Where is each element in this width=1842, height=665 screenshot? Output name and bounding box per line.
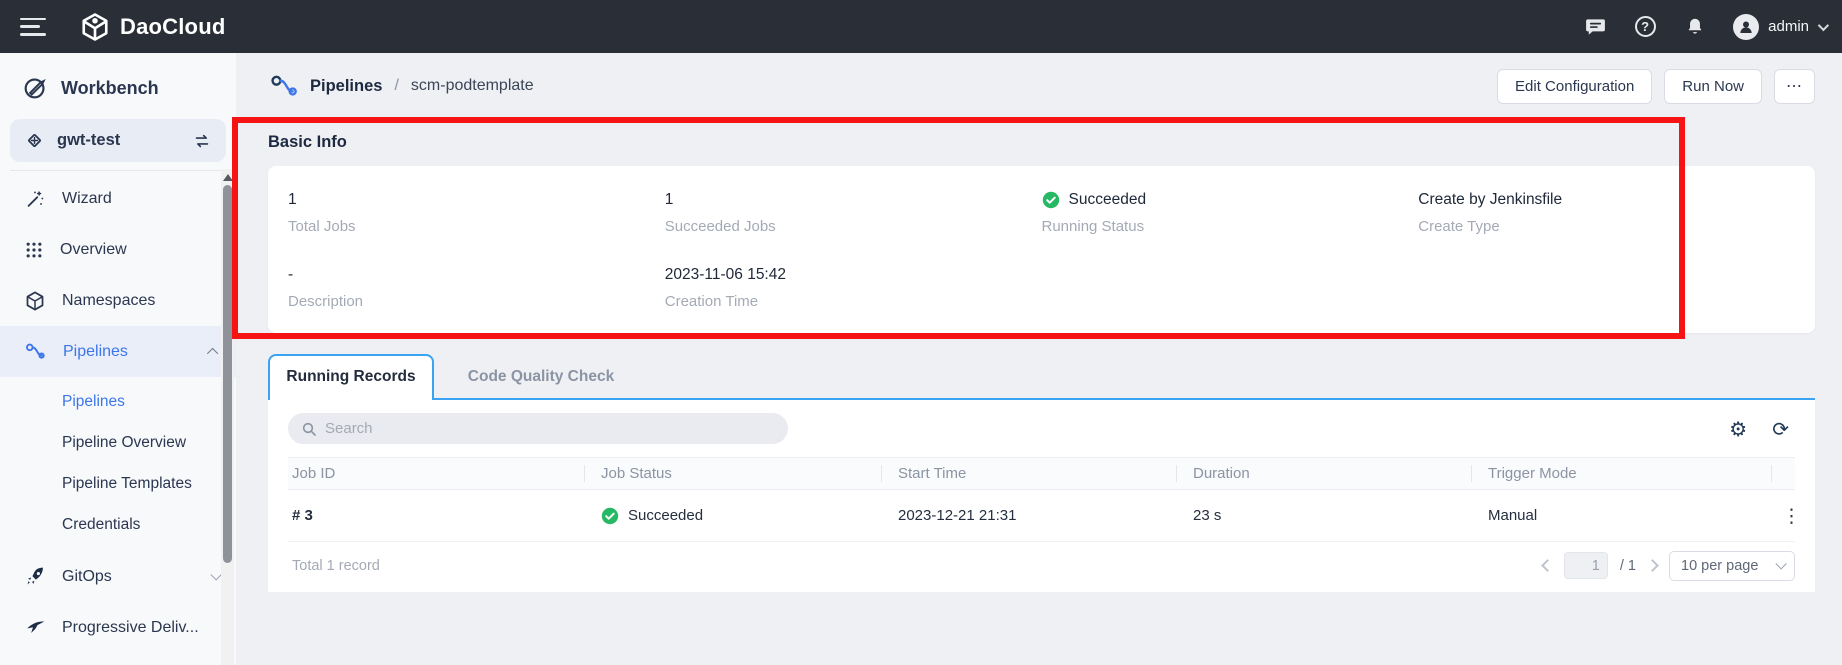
chevron-down-icon <box>1818 19 1829 30</box>
field-total-jobs: 1 Total Jobs <box>288 190 665 265</box>
daocloud-logo-icon <box>80 12 110 42</box>
records-toolbar: ⚙ ⟳ <box>288 413 1795 444</box>
cell-job-id: # 3 <box>288 507 585 524</box>
workspace-name: gwt-test <box>57 131 180 150</box>
edit-configuration-button[interactable]: Edit Configuration <box>1497 69 1652 104</box>
rocket-icon <box>24 566 46 588</box>
help-icon[interactable]: ? <box>1633 15 1657 39</box>
col-job-status: Job Status <box>585 465 882 482</box>
sidebar-item-namespaces[interactable]: Namespaces <box>0 275 236 326</box>
sidebar-item-gitops[interactable]: GitOps <box>0 551 236 602</box>
scrollbar-thumb[interactable] <box>223 185 232 563</box>
page-number-input[interactable] <box>1564 552 1608 579</box>
search-icon <box>301 421 317 437</box>
pipelines-icon <box>268 70 300 102</box>
settings-icon[interactable]: ⚙ <box>1729 419 1747 439</box>
records-table: Job ID Job Status Start Time Duration Tr… <box>288 457 1795 542</box>
workbench-icon <box>22 75 48 101</box>
cell-start-time: 2023-12-21 21:31 <box>882 507 1177 524</box>
workspace-selector[interactable]: gwt-test <box>10 119 226 162</box>
sidebar-subitem-pipelines[interactable]: Pipelines <box>0 381 236 422</box>
col-start-time: Start Time <box>882 465 1177 482</box>
chevron-up-icon <box>207 347 218 358</box>
page-size-select[interactable]: 10 per page <box>1669 551 1795 581</box>
field-description: - Description <box>288 265 665 340</box>
more-actions-button[interactable]: ⋯ <box>1774 69 1815 104</box>
running-records-panel: ⚙ ⟳ Job ID Job Status Start Time Duratio… <box>268 398 1815 592</box>
tab-running-records[interactable]: Running Records <box>268 354 434 398</box>
success-check-icon <box>601 507 619 525</box>
sidebar-item-pipelines[interactable]: Pipelines <box>0 326 236 377</box>
col-trigger-mode: Trigger Mode <box>1472 465 1772 482</box>
grid-icon <box>24 240 44 260</box>
user-name: admin <box>1768 18 1809 35</box>
refresh-icon[interactable]: ⟳ <box>1772 419 1789 439</box>
workbench-header[interactable]: Workbench <box>0 53 236 117</box>
topbar: DaoCloud ? admin <box>0 0 1842 53</box>
sidebar-item-wizard[interactable]: Wizard <box>0 173 236 224</box>
field-creation-time: 2023-11-06 15:42 Creation Time <box>665 265 1042 340</box>
workspace-icon <box>24 130 45 151</box>
success-check-icon <box>1042 191 1060 209</box>
field-running-status: Succeeded Running Status <box>1042 190 1419 265</box>
search-input[interactable] <box>325 420 775 437</box>
sidebar-subitem-pipeline-overview[interactable]: Pipeline Overview <box>0 422 236 463</box>
total-records-text: Total 1 record <box>288 558 380 574</box>
sidebar: Workbench gwt-test Wizard Overview <box>0 53 236 665</box>
col-duration: Duration <box>1177 465 1472 482</box>
tab-bar: Running Records Code Quality Check <box>268 354 1815 398</box>
pipelines-submenu: Pipelines Pipeline Overview Pipeline Tem… <box>0 381 236 545</box>
cell-job-status: Succeeded <box>601 507 882 525</box>
prev-page-icon[interactable] <box>1541 559 1554 572</box>
table-row: # 3 Succeeded 2023-12-21 21:31 23 s Manu… <box>288 490 1795 542</box>
main-content: Pipelines / scm-podtemplate Edit Configu… <box>236 53 1842 665</box>
status-text: Succeeded <box>1069 191 1147 209</box>
col-job-id: Job ID <box>288 465 585 482</box>
pipelines-icon <box>24 340 47 363</box>
brand-name: DaoCloud <box>120 14 225 40</box>
table-header: Job ID Job Status Start Time Duration Tr… <box>288 457 1795 490</box>
table-footer: Total 1 record / 1 10 per page <box>288 542 1795 589</box>
sidebar-item-overview[interactable]: Overview <box>0 224 236 275</box>
avatar <box>1733 14 1759 40</box>
scroll-up-arrow[interactable] <box>223 174 233 181</box>
page-header: Pipelines / scm-podtemplate Edit Configu… <box>268 53 1815 119</box>
next-page-icon[interactable] <box>1646 559 1659 572</box>
basic-info-card: 1 Total Jobs 1 Succeeded Jobs Succeeded … <box>268 166 1815 333</box>
run-now-button[interactable]: Run Now <box>1664 69 1762 104</box>
cell-trigger-mode: Manual <box>1472 507 1772 524</box>
page-total-text: / 1 <box>1620 558 1636 574</box>
field-succeeded-jobs: 1 Succeeded Jobs <box>665 190 1042 265</box>
sidebar-menu: Wizard Overview Namespaces Pipelines Pip… <box>0 173 236 653</box>
cell-duration: 23 s <box>1177 507 1472 524</box>
sidebar-scrollbar[interactable] <box>221 169 234 665</box>
workbench-label: Workbench <box>61 78 159 99</box>
chevron-down-icon <box>1775 558 1786 569</box>
breadcrumb-current: scm-podtemplate <box>411 77 534 95</box>
header-actions: Edit Configuration Run Now ⋯ <box>1497 69 1815 104</box>
daocloud-logo[interactable]: DaoCloud <box>80 12 225 42</box>
switch-workspace-icon[interactable] <box>192 131 212 151</box>
search-box[interactable] <box>288 413 788 444</box>
sidebar-subitem-pipeline-templates[interactable]: Pipeline Templates <box>0 463 236 504</box>
cube-icon <box>24 290 46 312</box>
wizard-icon <box>24 188 46 210</box>
menu-toggle-icon[interactable] <box>20 18 46 36</box>
breadcrumb: Pipelines / scm-podtemplate <box>268 70 534 102</box>
basic-info-title: Basic Info <box>268 133 1815 152</box>
breadcrumb-separator: / <box>394 77 398 95</box>
notifications-icon[interactable] <box>1683 15 1707 39</box>
field-create-type: Create by Jenkinsfile Create Type <box>1418 190 1795 265</box>
divider <box>10 170 226 171</box>
pagination: / 1 10 per page <box>1543 551 1795 581</box>
sidebar-item-progressive-delivery[interactable]: Progressive Deliv... <box>0 602 236 653</box>
breadcrumb-root[interactable]: Pipelines <box>310 77 382 96</box>
row-actions-icon[interactable]: ⋮ <box>1782 505 1795 527</box>
user-menu[interactable]: admin <box>1733 14 1826 40</box>
bird-icon <box>24 617 46 639</box>
tab-code-quality-check[interactable]: Code Quality Check <box>434 356 648 398</box>
sidebar-subitem-credentials[interactable]: Credentials <box>0 504 236 545</box>
message-icon[interactable] <box>1583 15 1607 39</box>
